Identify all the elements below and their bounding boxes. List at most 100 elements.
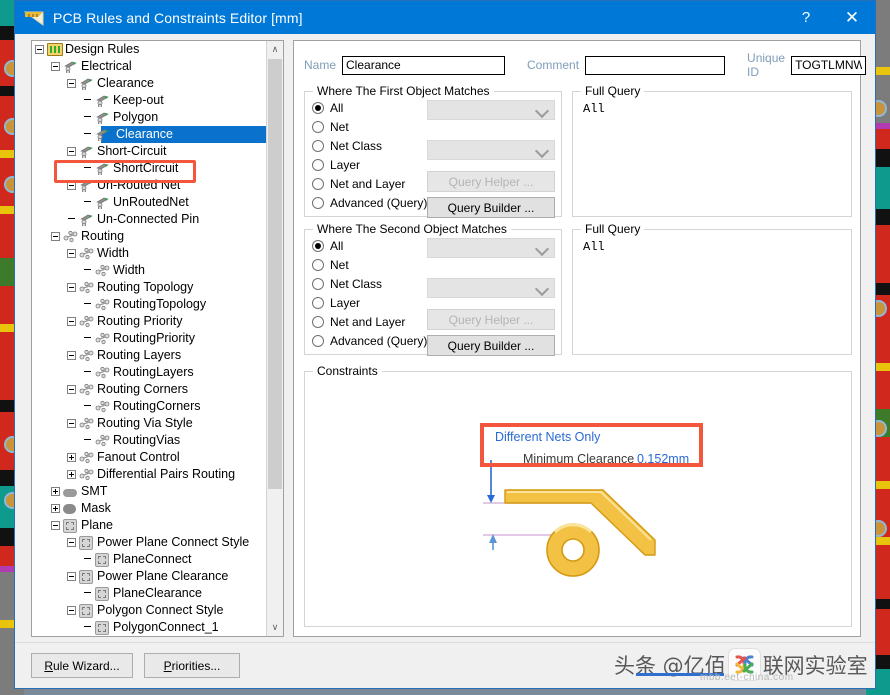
tree-expander[interactable]: [67, 317, 76, 326]
tree-item[interactable]: Electrical: [32, 58, 266, 75]
first-object-radio-layer[interactable]: Layer: [312, 155, 427, 174]
radio-icon[interactable]: [312, 102, 324, 114]
tree-item[interactable]: RoutingPriority: [32, 330, 266, 347]
tree-expander[interactable]: [51, 521, 60, 530]
tree-item[interactable]: Polygon: [32, 109, 266, 126]
tree-expander[interactable]: [51, 62, 60, 71]
tree-item[interactable]: RoutingLayers: [32, 364, 266, 381]
second-object-radio-net-class[interactable]: Net Class: [312, 274, 427, 293]
name-input[interactable]: [342, 56, 505, 75]
tree-item[interactable]: SMT: [32, 483, 266, 500]
tree-scroll-thumb[interactable]: [268, 59, 282, 489]
first-object-radio-advanced-query[interactable]: Advanced (Query): [312, 193, 427, 212]
tree-item[interactable]: Routing Corners: [32, 381, 266, 398]
first-object-query-helper-button[interactable]: Query Helper ...: [427, 171, 555, 192]
second-object-net-combo[interactable]: [427, 238, 555, 258]
radio-icon[interactable]: [312, 316, 324, 328]
tree-item[interactable]: Un-Routed Net: [32, 177, 266, 194]
tree-item[interactable]: Polygon Connect Style: [32, 602, 266, 619]
second-full-query-value[interactable]: All: [583, 240, 605, 254]
radio-icon[interactable]: [312, 335, 324, 347]
radio-icon[interactable]: [312, 159, 324, 171]
second-object-query-builder-button[interactable]: Query Builder ...: [427, 335, 555, 356]
second-object-radio-list[interactable]: AllNetNet ClassLayerNet and LayerAdvance…: [312, 236, 427, 350]
second-object-radio-all[interactable]: All: [312, 236, 427, 255]
tree-expander[interactable]: [67, 453, 76, 462]
radio-icon[interactable]: [312, 197, 324, 209]
tree-item[interactable]: Width: [32, 245, 266, 262]
tree-item[interactable]: RoutingCorners: [32, 398, 266, 415]
tree-item[interactable]: Un-Connected Pin: [32, 211, 266, 228]
second-object-netclass-combo[interactable]: [427, 278, 555, 298]
tree-item[interactable]: Design Rules: [32, 41, 266, 58]
tree-expander[interactable]: [67, 470, 76, 479]
tree-item[interactable]: Short-Circuit: [32, 143, 266, 160]
first-object-radio-net-and-layer[interactable]: Net and Layer: [312, 174, 427, 193]
first-object-net-combo[interactable]: [427, 100, 555, 120]
radio-icon[interactable]: [312, 278, 324, 290]
rule-wizard-button[interactable]: Rule Wizard...: [31, 653, 133, 678]
tree-item[interactable]: Power Plane Clearance: [32, 568, 266, 585]
tree-expander[interactable]: [51, 232, 60, 241]
radio-icon[interactable]: [312, 140, 324, 152]
second-object-radio-net[interactable]: Net: [312, 255, 427, 274]
first-object-radio-net[interactable]: Net: [312, 117, 427, 136]
tree-expander[interactable]: [35, 45, 44, 54]
tree-item[interactable]: ShortCircuit: [32, 160, 266, 177]
tree-expander[interactable]: [67, 147, 76, 156]
tree-expander[interactable]: [67, 606, 76, 615]
tree-item[interactable]: Routing: [32, 228, 266, 245]
radio-icon[interactable]: [312, 178, 324, 190]
second-object-query-helper-button[interactable]: Query Helper ...: [427, 309, 555, 330]
tree-expander[interactable]: [67, 283, 76, 292]
tree-expander[interactable]: [67, 79, 76, 88]
tree-expander[interactable]: [51, 487, 60, 496]
second-object-radio-advanced-query[interactable]: Advanced (Query): [312, 331, 427, 350]
tree-item[interactable]: Routing Via Style: [32, 415, 266, 432]
first-object-netclass-combo[interactable]: [427, 140, 555, 160]
tree-item[interactable]: PlaneConnect: [32, 551, 266, 568]
tree-expander[interactable]: [67, 351, 76, 360]
radio-icon[interactable]: [312, 121, 324, 133]
tree-item[interactable]: Routing Layers: [32, 347, 266, 364]
tree-item[interactable]: Plane: [32, 517, 266, 534]
tree-expander[interactable]: [67, 538, 76, 547]
tree-item[interactable]: Routing Priority: [32, 313, 266, 330]
close-button[interactable]: ✕: [829, 1, 875, 34]
minimum-clearance-value[interactable]: 0.152mm: [637, 452, 689, 466]
tree-expander[interactable]: [67, 419, 76, 428]
tree-item[interactable]: UnRoutedNet: [32, 194, 266, 211]
tree-item[interactable]: Mask: [32, 500, 266, 517]
radio-icon[interactable]: [312, 259, 324, 271]
tree-item[interactable]: Differential Pairs Routing: [32, 466, 266, 483]
tree-item[interactable]: Clearance: [32, 75, 266, 92]
tree-item[interactable]: RoutingVias: [32, 432, 266, 449]
first-full-query-value[interactable]: All: [583, 102, 605, 116]
help-button[interactable]: ?: [783, 1, 829, 34]
second-object-radio-layer[interactable]: Layer: [312, 293, 427, 312]
tree-item[interactable]: Power Plane Connect Style: [32, 534, 266, 551]
tree-item[interactable]: Clearance: [32, 126, 266, 143]
tree-scroll-up-button[interactable]: ∧: [267, 41, 283, 58]
first-object-query-builder-button[interactable]: Query Builder ...: [427, 197, 555, 218]
tree-item[interactable]: PolygonConnect_1: [32, 619, 266, 636]
tree-item[interactable]: RoutingTopology: [32, 296, 266, 313]
tree-scroll-down-button[interactable]: ∨: [267, 619, 283, 636]
radio-icon[interactable]: [312, 297, 324, 309]
tree-item[interactable]: PlaneClearance: [32, 585, 266, 602]
comment-input[interactable]: [585, 56, 725, 75]
first-object-radio-all[interactable]: All: [312, 98, 427, 117]
unique-id-input[interactable]: [791, 56, 866, 75]
priorities-button[interactable]: Priorities...: [144, 653, 240, 678]
tree-expander[interactable]: [67, 572, 76, 581]
tree-expander[interactable]: [67, 181, 76, 190]
tree-item[interactable]: Routing Topology: [32, 279, 266, 296]
design-rules-tree[interactable]: Design RulesElectricalClearanceKeep-outP…: [31, 40, 284, 637]
first-object-radio-net-class[interactable]: Net Class: [312, 136, 427, 155]
radio-icon[interactable]: [312, 240, 324, 252]
first-object-radio-list[interactable]: AllNetNet ClassLayerNet and LayerAdvance…: [312, 98, 427, 212]
tree-expander[interactable]: [67, 249, 76, 258]
second-object-radio-net-and-layer[interactable]: Net and Layer: [312, 312, 427, 331]
tree-expander[interactable]: [51, 504, 60, 513]
tree-item[interactable]: Fanout Control: [32, 449, 266, 466]
